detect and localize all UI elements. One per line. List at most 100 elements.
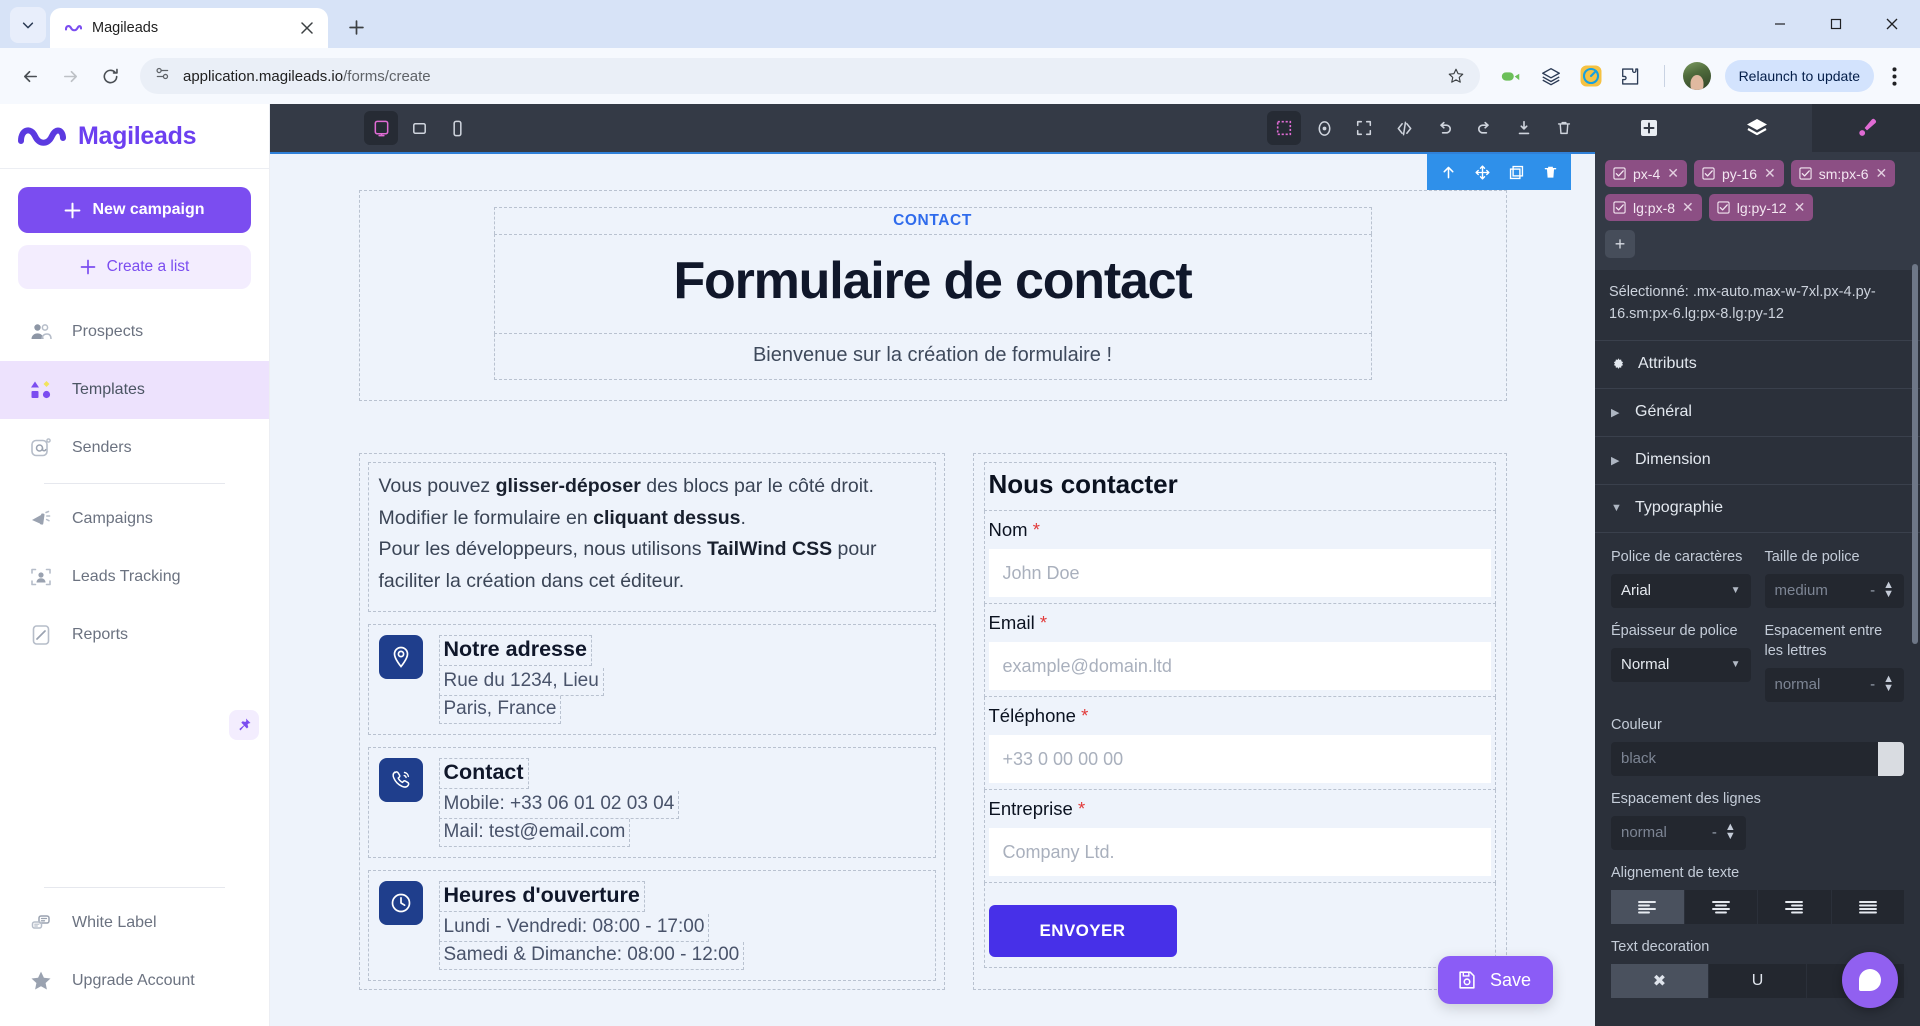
sidebar-item-templates[interactable]: Templates xyxy=(0,361,269,419)
browser-tab[interactable]: Magileads xyxy=(50,8,328,48)
create-list-button[interactable]: Create a list xyxy=(18,245,251,289)
site-settings-icon[interactable] xyxy=(154,65,171,87)
move-up-arrow-icon[interactable] xyxy=(1433,157,1463,187)
sidebar-item-white-label[interactable]: White Label xyxy=(0,894,269,952)
drag-move-icon[interactable] xyxy=(1467,157,1497,187)
line-height-input[interactable]: normal - ▲ ▼ xyxy=(1611,815,1746,850)
section-general[interactable]: ▶ Général xyxy=(1595,389,1920,437)
sidebar-item-reports[interactable]: Reports xyxy=(0,606,269,664)
align-justify-button[interactable] xyxy=(1831,889,1904,924)
font-size-stepper[interactable]: ▲ ▼ xyxy=(1883,580,1894,599)
save-button[interactable]: Save xyxy=(1437,956,1553,1004)
preview-eye-button[interactable] xyxy=(1307,111,1341,145)
chip-remove-icon[interactable]: ✕ xyxy=(1794,199,1806,216)
align-center-button[interactable] xyxy=(1684,889,1758,924)
contact-form-column[interactable]: Nous contacter Nom * Email xyxy=(972,453,1507,991)
window-close-button[interactable] xyxy=(1864,0,1920,48)
delete-canvas-button[interactable] xyxy=(1547,111,1581,145)
color-input[interactable]: black xyxy=(1611,741,1904,776)
pin-sidebar-button[interactable] xyxy=(229,710,259,740)
font-size-input[interactable]: medium - ▲ ▼ xyxy=(1764,573,1904,608)
class-chip[interactable]: px-4 ✕ xyxy=(1605,160,1687,187)
telephone-input[interactable] xyxy=(988,735,1491,783)
info-line[interactable]: Mail: test@email.com xyxy=(438,819,631,848)
font-family-select[interactable]: Arial ▼ xyxy=(1611,573,1751,608)
sidebar-item-prospects[interactable]: Prospects xyxy=(0,303,269,361)
borders-toggle-button[interactable] xyxy=(1267,111,1301,145)
info-line[interactable]: Samedi & Dimanche: 08:00 - 12:00 xyxy=(438,942,745,971)
new-campaign-button[interactable]: New campaign xyxy=(18,187,251,233)
hero-subtitle[interactable]: Bienvenue sur la création de formulaire … xyxy=(493,334,1372,380)
form-title[interactable]: Nous contacter xyxy=(983,462,1496,511)
decoration-none-button[interactable]: ✖ xyxy=(1611,963,1709,998)
info-column[interactable]: Vous pouvez glisser-déposer des blocs pa… xyxy=(358,453,945,991)
grammar-extension-icon[interactable] xyxy=(1576,61,1606,91)
add-blocks-tab[interactable] xyxy=(1595,104,1703,152)
tablet-view-button[interactable] xyxy=(402,111,436,145)
hero-eyebrow[interactable]: CONTACT xyxy=(493,207,1372,234)
intro-paragraph[interactable]: Vous pouvez glisser-déposer des blocs pa… xyxy=(367,462,936,613)
mobile-view-button[interactable] xyxy=(440,111,474,145)
sidebar-item-leads-tracking[interactable]: Leads Tracking xyxy=(0,548,269,606)
hero-title[interactable]: Formulaire de contact xyxy=(493,234,1372,334)
sidebar-item-senders[interactable]: Senders xyxy=(0,419,269,477)
back-button[interactable] xyxy=(12,58,48,94)
section-attributs[interactable]: Attributs xyxy=(1595,341,1920,389)
delete-block-icon[interactable] xyxy=(1535,157,1565,187)
chip-remove-icon[interactable]: ✕ xyxy=(1667,165,1679,182)
hero-section[interactable]: CONTACT Formulaire de contact Bienvenue … xyxy=(358,190,1507,401)
info-line[interactable]: Paris, France xyxy=(438,696,562,725)
redo-button[interactable] xyxy=(1467,111,1501,145)
info-block-contact[interactable]: Contact Mobile: +33 06 01 02 03 04 Mail:… xyxy=(367,747,936,859)
duplicate-icon[interactable] xyxy=(1501,157,1531,187)
window-maximize-button[interactable] xyxy=(1808,0,1864,48)
tab-search-button[interactable] xyxy=(10,7,46,43)
letter-spacing-stepper[interactable]: ▲ ▼ xyxy=(1883,674,1894,693)
info-line[interactable]: Rue du 1234, Lieu xyxy=(438,668,604,697)
code-view-button[interactable] xyxy=(1387,111,1421,145)
section-dimension[interactable]: ▶ Dimension xyxy=(1595,437,1920,485)
forward-button[interactable] xyxy=(52,58,88,94)
desktop-view-button[interactable] xyxy=(364,111,398,145)
nom-input[interactable] xyxy=(988,549,1491,597)
chat-support-button[interactable] xyxy=(1842,952,1898,1008)
info-title[interactable]: Heures d'ouverture xyxy=(438,881,645,913)
font-weight-select[interactable]: Normal ▼ xyxy=(1611,647,1751,682)
class-chip[interactable]: py-16 ✕ xyxy=(1693,160,1784,187)
line-height-stepper[interactable]: ▲ ▼ xyxy=(1725,822,1736,841)
align-right-button[interactable] xyxy=(1758,889,1832,924)
align-left-button[interactable] xyxy=(1611,889,1685,924)
info-block-address[interactable]: Notre adresse Rue du 1234, Lieu Paris, F… xyxy=(367,624,936,736)
sidebar-item-upgrade-account[interactable]: Upgrade Account xyxy=(0,952,269,1010)
brand-logo[interactable]: Magileads xyxy=(0,104,269,168)
class-chip[interactable]: sm:px-6 ✕ xyxy=(1790,160,1896,187)
chip-remove-icon[interactable]: ✕ xyxy=(1876,165,1888,182)
layers-extension-icon[interactable] xyxy=(1536,61,1566,91)
color-swatch[interactable] xyxy=(1878,741,1904,776)
style-panel-scrollbar[interactable] xyxy=(1912,264,1918,644)
decoration-underline-button[interactable]: U xyxy=(1709,963,1807,998)
info-title[interactable]: Contact xyxy=(438,758,529,790)
screen-recorder-icon[interactable] xyxy=(1496,61,1526,91)
chrome-menu-icon[interactable] xyxy=(1880,60,1908,92)
address-bar[interactable]: application.magileads.io/forms/create xyxy=(140,58,1480,94)
class-chip[interactable]: lg:py-12 ✕ xyxy=(1708,194,1814,221)
import-download-button[interactable] xyxy=(1507,111,1541,145)
relaunch-to-update-button[interactable]: Relaunch to update xyxy=(1724,60,1874,92)
window-minimize-button[interactable] xyxy=(1752,0,1808,48)
sidebar-item-campaigns[interactable]: Campaigns xyxy=(0,490,269,548)
info-line[interactable]: Mobile: +33 06 01 02 03 04 xyxy=(438,791,680,820)
info-title[interactable]: Notre adresse xyxy=(438,635,592,667)
new-tab-button[interactable] xyxy=(340,11,372,43)
form-canvas[interactable]: CONTACT Formulaire de contact Bienvenue … xyxy=(270,154,1595,1026)
style-manager-tab[interactable] xyxy=(1811,104,1920,152)
email-input[interactable] xyxy=(988,642,1491,690)
letter-spacing-input[interactable]: normal - ▲ ▼ xyxy=(1764,667,1904,702)
chip-remove-icon[interactable]: ✕ xyxy=(1764,165,1776,182)
info-block-hours[interactable]: Heures d'ouverture Lundi - Vendredi: 08:… xyxy=(367,870,936,982)
info-line[interactable]: Lundi - Vendredi: 08:00 - 17:00 xyxy=(438,914,710,943)
profile-avatar[interactable] xyxy=(1682,62,1711,90)
entreprise-input[interactable] xyxy=(988,828,1491,876)
add-class-button[interactable]: + xyxy=(1605,230,1635,258)
chip-remove-icon[interactable]: ✕ xyxy=(1682,199,1694,216)
